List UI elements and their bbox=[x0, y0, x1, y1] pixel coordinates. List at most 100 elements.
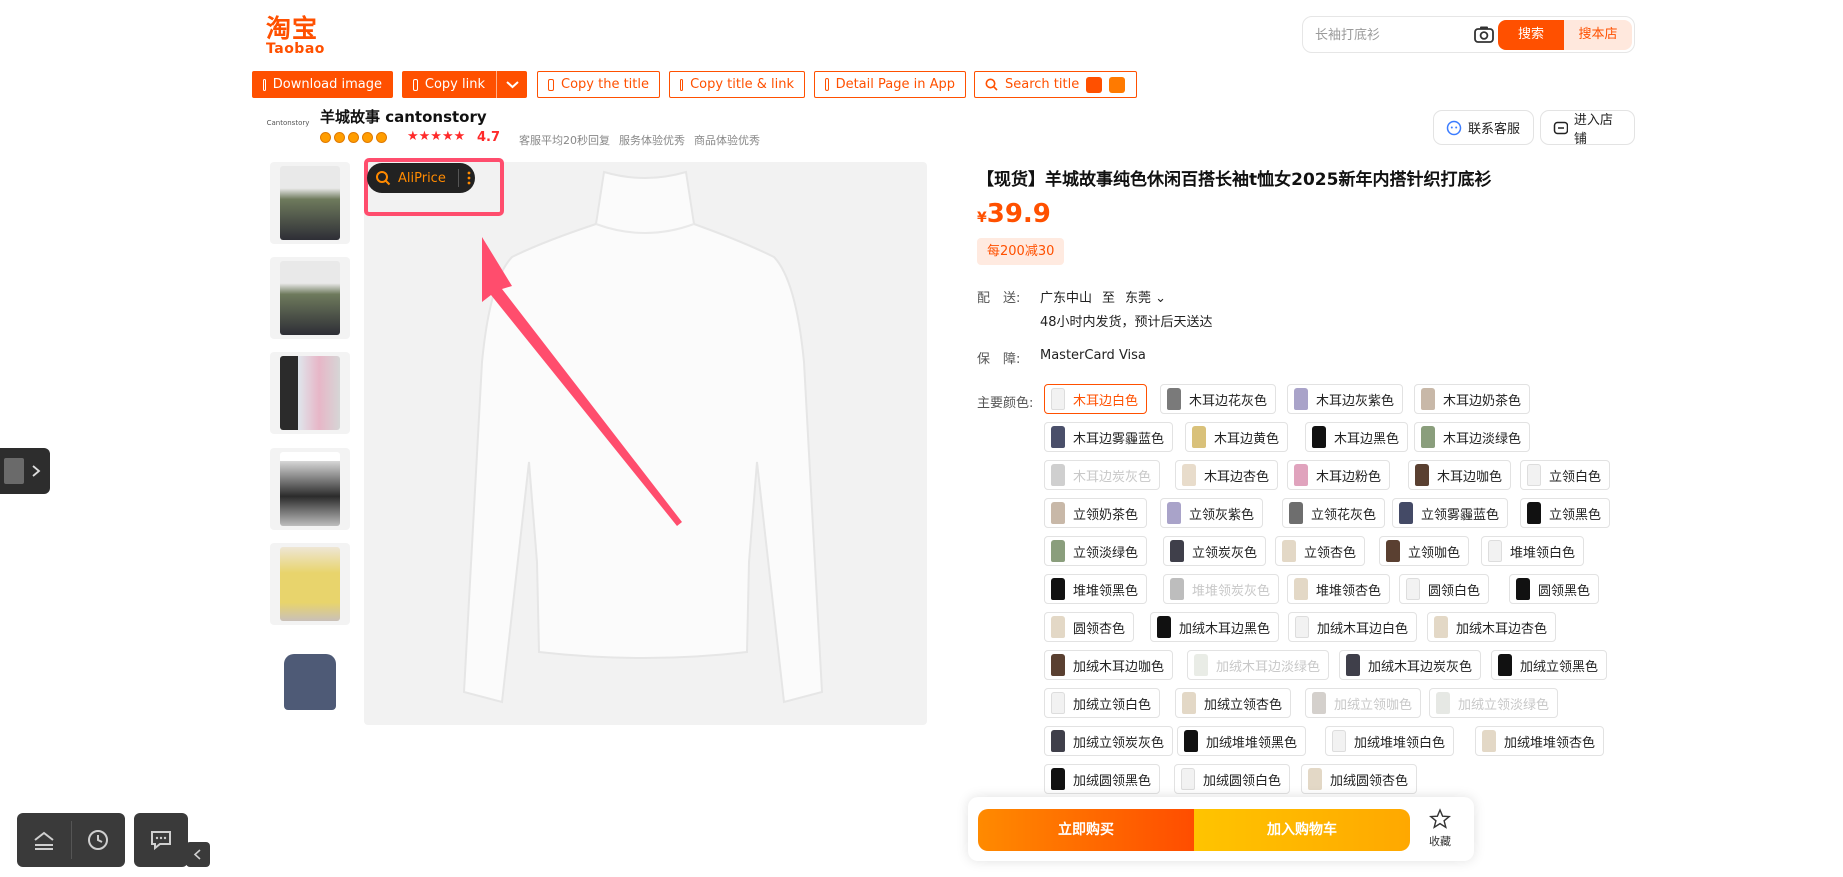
copy-link-label: Copy link bbox=[424, 77, 485, 92]
color-option[interactable]: 木耳边奶茶色 bbox=[1414, 384, 1531, 414]
taobao-logo[interactable]: 淘宝 Taobao bbox=[266, 16, 328, 57]
shop-name[interactable]: 羊城故事 cantonstory bbox=[320, 106, 487, 127]
color-option[interactable]: 加绒圆领白色 bbox=[1174, 764, 1291, 794]
color-chip bbox=[1406, 578, 1420, 600]
color-option[interactable]: 立领杏色 bbox=[1275, 536, 1366, 566]
add-to-cart-button[interactable]: 加入购物车 bbox=[1194, 809, 1410, 851]
color-option[interactable]: 加绒立领杏色 bbox=[1175, 688, 1292, 718]
aliprice-button[interactable]: AliPrice bbox=[367, 163, 475, 193]
color-option[interactable]: 加绒立领淡绿色 bbox=[1429, 688, 1559, 718]
shipping-label: 配 送: bbox=[977, 291, 1021, 306]
color-option[interactable]: 木耳边灰紫色 bbox=[1287, 384, 1404, 414]
floating-product-tab[interactable] bbox=[0, 448, 50, 494]
camera-icon[interactable] bbox=[1473, 25, 1495, 45]
color-option[interactable]: 加绒木耳边黑色 bbox=[1150, 612, 1280, 642]
color-option[interactable]: 立领灰紫色 bbox=[1160, 498, 1264, 528]
search-title-button[interactable]: Search title bbox=[974, 71, 1137, 98]
color-option[interactable]: 加绒木耳边白色 bbox=[1288, 612, 1418, 642]
color-option[interactable]: 木耳边白色 bbox=[1044, 384, 1148, 414]
ship-to-select[interactable]: 东莞 ⌄ bbox=[1125, 287, 1166, 306]
color-option-label: 加绒堆堆领杏色 bbox=[1504, 735, 1596, 751]
color-option[interactable]: 木耳边杏色 bbox=[1175, 460, 1279, 490]
color-option[interactable]: 加绒木耳边咖色 bbox=[1044, 650, 1174, 680]
color-option[interactable]: 木耳边黄色 bbox=[1185, 422, 1289, 452]
main-product-image[interactable] bbox=[364, 162, 927, 725]
color-option[interactable]: 立领白色 bbox=[1520, 460, 1611, 490]
download-image-button[interactable]: Download image bbox=[252, 71, 393, 98]
thumbnail-2[interactable] bbox=[270, 257, 350, 339]
shipping-route: 广东中山 至 东莞 ⌄ bbox=[1040, 287, 1166, 306]
color-option[interactable]: 立领奶茶色 bbox=[1044, 498, 1148, 528]
color-option[interactable]: 加绒堆堆领杏色 bbox=[1475, 726, 1605, 756]
color-option[interactable]: 加绒木耳边杏色 bbox=[1427, 612, 1557, 642]
color-chip bbox=[1170, 540, 1184, 562]
buy-now-button[interactable]: 立即购买 bbox=[978, 809, 1194, 851]
color-chip bbox=[1051, 730, 1065, 752]
thumbnail-5[interactable] bbox=[270, 543, 350, 625]
copy-title-link-button[interactable]: Copy title & link bbox=[669, 71, 805, 98]
color-option[interactable]: 加绒立领白色 bbox=[1044, 688, 1161, 718]
contact-service-button[interactable]: 联系客服 bbox=[1433, 110, 1534, 145]
favorite-button[interactable]: 收藏 bbox=[1420, 808, 1460, 850]
color-chip bbox=[1192, 426, 1206, 448]
color-option[interactable]: 立领黑色 bbox=[1520, 498, 1611, 528]
color-chip bbox=[1436, 692, 1450, 714]
color-option[interactable]: 圆领黑色 bbox=[1509, 574, 1600, 604]
copy-title-button[interactable]: Copy the title bbox=[537, 71, 660, 98]
detail-page-in-app-button[interactable]: Detail Page in App bbox=[814, 71, 966, 98]
color-option[interactable]: 加绒堆堆领白色 bbox=[1325, 726, 1455, 756]
search-store-button[interactable]: 搜本店 bbox=[1564, 20, 1632, 50]
thumbnail-3[interactable] bbox=[270, 352, 350, 434]
color-option[interactable]: 圆领白色 bbox=[1399, 574, 1490, 604]
color-option[interactable]: 加绒堆堆领黑色 bbox=[1177, 726, 1307, 756]
shop-logo[interactable]: Cantonstory bbox=[266, 112, 310, 142]
color-option[interactable]: 堆堆领白色 bbox=[1481, 536, 1585, 566]
color-option[interactable]: 木耳边淡绿色 bbox=[1414, 422, 1531, 452]
color-option-label: 加绒木耳边白色 bbox=[1317, 621, 1409, 637]
color-option[interactable]: 加绒立领黑色 bbox=[1491, 650, 1608, 680]
color-option[interactable]: 堆堆领杏色 bbox=[1287, 574, 1391, 604]
color-option[interactable]: 立领咖色 bbox=[1379, 536, 1470, 566]
thumbnail-4[interactable] bbox=[270, 448, 350, 530]
dock-collapse-toggle[interactable] bbox=[186, 842, 210, 867]
thumbnail-image bbox=[284, 654, 336, 710]
color-option[interactable]: 加绒圆领黑色 bbox=[1044, 764, 1161, 794]
color-option[interactable]: 木耳边咖色 bbox=[1408, 460, 1512, 490]
medal-icon bbox=[376, 132, 387, 143]
color-option[interactable]: 圆领杏色 bbox=[1044, 612, 1135, 642]
shop-logo-text: Cantonstory bbox=[266, 119, 310, 127]
color-option[interactable]: 加绒木耳边炭灰色 bbox=[1339, 650, 1482, 680]
taobao-icon[interactable] bbox=[1109, 76, 1126, 93]
color-option[interactable]: 堆堆领黑色 bbox=[1044, 574, 1148, 604]
color-option[interactable]: 立领雾霾蓝色 bbox=[1392, 498, 1509, 528]
enter-store-button[interactable]: 进入店铺 bbox=[1540, 110, 1635, 147]
color-option[interactable]: 堆堆领炭灰色 bbox=[1163, 574, 1280, 604]
color-option[interactable]: 木耳边炭灰色 bbox=[1044, 460, 1161, 490]
search-button[interactable]: 搜索 bbox=[1498, 20, 1564, 50]
thumbnail-6[interactable] bbox=[270, 638, 350, 720]
color-option[interactable]: 立领花灰色 bbox=[1282, 498, 1386, 528]
color-option[interactable]: 加绒立领咖色 bbox=[1305, 688, 1422, 718]
color-option[interactable]: 木耳边雾霾蓝色 bbox=[1044, 422, 1174, 452]
thumbnail-1[interactable] bbox=[270, 162, 350, 244]
history-icon[interactable] bbox=[85, 827, 111, 853]
copy-link-dropdown[interactable] bbox=[496, 71, 527, 98]
price-value: 39.9 bbox=[986, 199, 1051, 229]
promo-badge[interactable]: 每200减30 bbox=[977, 238, 1065, 265]
color-option[interactable]: 木耳边花灰色 bbox=[1160, 384, 1277, 414]
collapse-icon[interactable] bbox=[31, 827, 57, 853]
more-vertical-icon[interactable] bbox=[466, 171, 472, 185]
color-option[interactable]: 加绒立领炭灰色 bbox=[1044, 726, 1174, 756]
search-input[interactable] bbox=[1315, 23, 1465, 47]
color-chip bbox=[1312, 692, 1326, 714]
copy-link-button[interactable]: Copy link bbox=[402, 71, 496, 98]
chat-dock[interactable] bbox=[134, 813, 188, 867]
shop-meta-reply: 客服平均20秒回复 bbox=[519, 134, 610, 147]
color-option[interactable]: 立领淡绿色 bbox=[1044, 536, 1148, 566]
color-option[interactable]: 加绒圆领杏色 bbox=[1301, 764, 1418, 794]
color-option[interactable]: 立领炭灰色 bbox=[1163, 536, 1267, 566]
color-option[interactable]: 木耳边粉色 bbox=[1287, 460, 1391, 490]
color-option[interactable]: 加绒木耳边淡绿色 bbox=[1187, 650, 1330, 680]
color-option[interactable]: 木耳边黑色 bbox=[1305, 422, 1409, 452]
aliexpress-icon[interactable] bbox=[1086, 76, 1103, 93]
